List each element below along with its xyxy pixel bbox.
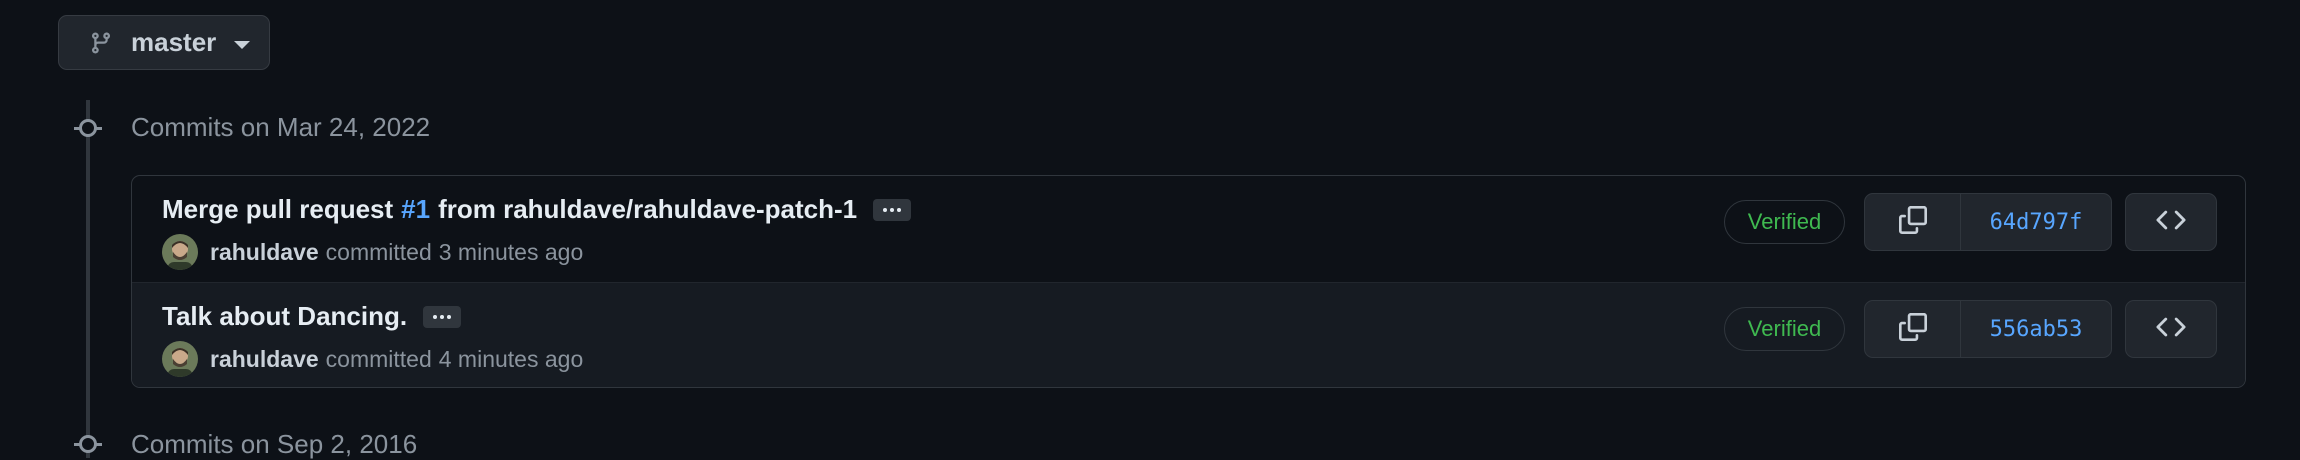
caret-down-icon bbox=[234, 40, 251, 49]
commit-row: Merge pull request #1 from rahuldave/rah… bbox=[132, 176, 2245, 281]
commit-group-heading: Commits on Sep 2, 2016 bbox=[131, 429, 418, 459]
commit-row: Talk about Dancing. rahuldave committed … bbox=[132, 282, 2245, 387]
avatar[interactable] bbox=[162, 341, 198, 377]
pull-request-link[interactable]: #1 bbox=[401, 194, 430, 225]
copy-sha-button[interactable] bbox=[1865, 301, 1961, 357]
branch-name: master bbox=[131, 27, 217, 57]
code-icon bbox=[2156, 312, 2186, 347]
branch-select-button[interactable]: master bbox=[58, 15, 270, 70]
commit-time: 4 minutes ago bbox=[438, 345, 584, 372]
commit-title[interactable]: Merge pull request #1 from rahuldave/rah… bbox=[162, 194, 912, 225]
browse-repo-button[interactable] bbox=[2125, 193, 2217, 251]
commit-sha-group: 556ab53 bbox=[1864, 300, 2112, 358]
copy-icon bbox=[1898, 312, 1927, 346]
copy-sha-button[interactable] bbox=[1865, 194, 1961, 250]
verified-badge[interactable]: Verified bbox=[1724, 200, 1845, 244]
code-icon bbox=[2156, 205, 2186, 240]
commit-author-link[interactable]: rahuldave bbox=[210, 346, 319, 373]
commit-node-icon bbox=[74, 434, 102, 454]
expand-message-button[interactable] bbox=[873, 198, 912, 221]
commit-title-prefix[interactable]: Merge pull request bbox=[162, 194, 393, 225]
commit-time: 3 minutes ago bbox=[438, 238, 584, 265]
commit-sha-link[interactable]: 64d797f bbox=[1961, 194, 2111, 250]
commit-sha-group: 64d797f bbox=[1864, 193, 2112, 251]
commit-title-text[interactable]: Talk about Dancing. bbox=[162, 301, 407, 332]
commit-title-suffix[interactable]: from rahuldave/rahuldave-patch-1 bbox=[438, 194, 857, 225]
commit-sha-link[interactable]: 556ab53 bbox=[1961, 301, 2111, 357]
copy-icon bbox=[1898, 205, 1927, 239]
timeline-line bbox=[86, 100, 90, 458]
avatar[interactable] bbox=[162, 234, 198, 270]
commit-meta: rahuldave committed 4 minutes ago bbox=[162, 341, 583, 377]
git-branch-icon bbox=[89, 31, 113, 55]
commit-group-heading: Commits on Mar 24, 2022 bbox=[131, 112, 431, 142]
browse-repo-button[interactable] bbox=[2125, 300, 2217, 358]
verified-badge[interactable]: Verified bbox=[1724, 307, 1845, 351]
commit-verb: committed bbox=[325, 345, 432, 372]
commit-author-link[interactable]: rahuldave bbox=[210, 239, 319, 266]
commit-meta: rahuldave committed 3 minutes ago bbox=[162, 234, 583, 270]
expand-message-button[interactable] bbox=[423, 305, 462, 328]
commit-verb: committed bbox=[325, 238, 432, 265]
commit-title[interactable]: Talk about Dancing. bbox=[162, 301, 462, 332]
commit-list: Merge pull request #1 from rahuldave/rah… bbox=[131, 175, 2246, 388]
commit-node-icon bbox=[74, 118, 102, 138]
